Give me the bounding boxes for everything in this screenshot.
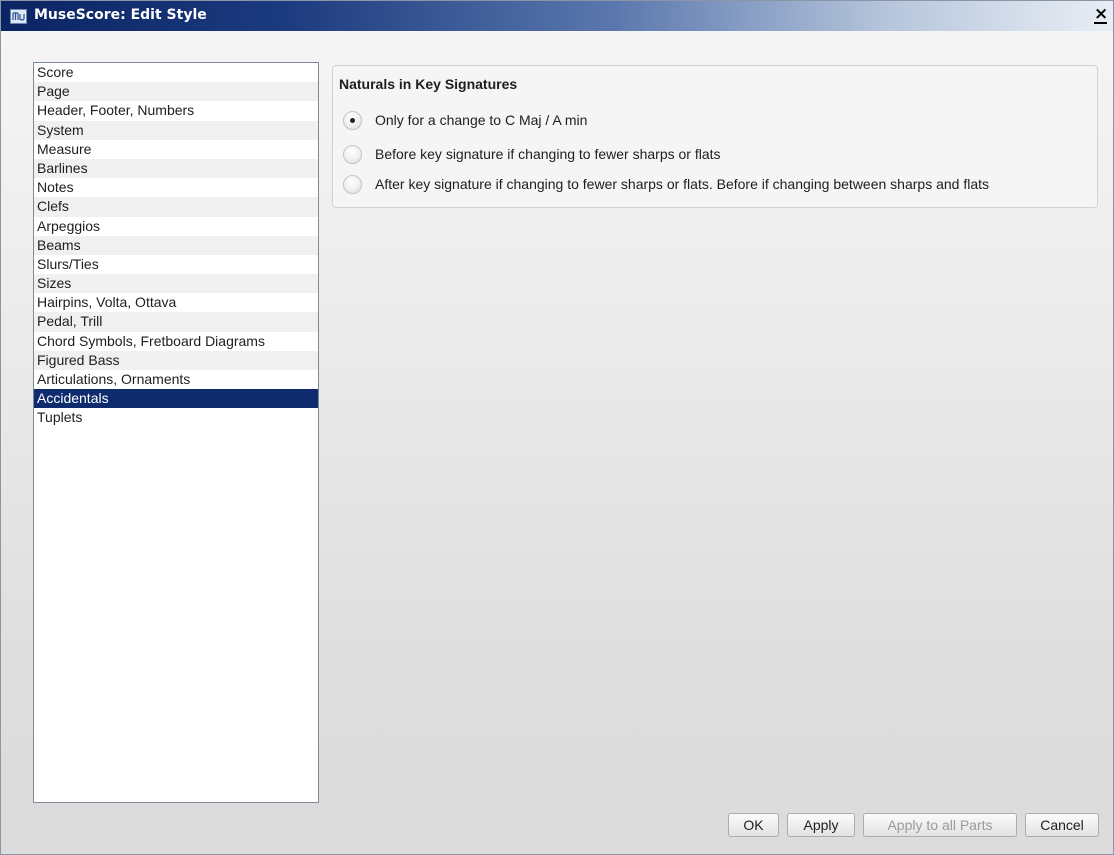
- radio-label: Only for a change to C Maj / A min: [375, 112, 588, 128]
- apply-to-all-parts-button[interactable]: Apply to all Parts: [863, 813, 1017, 837]
- sidebar-item[interactable]: Figured Bass: [34, 350, 318, 370]
- sidebar-item[interactable]: Tuplets: [34, 408, 318, 427]
- radio-label: Before key signature if changing to fewe…: [375, 146, 721, 162]
- style-category-list[interactable]: Score Page Header, Footer, Numbers System Me…: [33, 62, 319, 803]
- apply-button[interactable]: Apply: [787, 813, 855, 837]
- sidebar-item[interactable]: Chord Symbols, Fretboard Diagrams: [34, 332, 318, 351]
- musescore-app-icon: [10, 9, 27, 24]
- ok-button[interactable]: OK: [728, 813, 779, 837]
- sidebar-item[interactable]: Score: [34, 63, 318, 82]
- sidebar-item[interactable]: Clefs: [34, 197, 318, 217]
- sidebar-item[interactable]: Notes: [34, 178, 318, 197]
- radio-dot-icon: [350, 118, 355, 123]
- radio-label: After key signature if changing to fewer…: [375, 176, 990, 192]
- radio-button-icon[interactable]: [343, 175, 362, 194]
- sidebar-item[interactable]: Arpeggios: [34, 217, 318, 236]
- radio-button-icon[interactable]: [343, 111, 362, 130]
- window-title: MuseScore: Edit Style: [34, 7, 207, 23]
- edit-style-dialog: MuseScore: Edit Style × Score Page Header,…: [0, 0, 1114, 855]
- sidebar-item[interactable]: Slurs/Ties: [34, 255, 318, 274]
- naturals-key-signatures-group: Naturals in Key Signatures Only for a ch…: [332, 65, 1098, 208]
- sidebar-item[interactable]: Header, Footer, Numbers: [34, 101, 318, 120]
- sidebar-item[interactable]: Sizes: [34, 274, 318, 294]
- radio-button-icon[interactable]: [343, 145, 362, 164]
- sidebar-item[interactable]: Page: [34, 82, 318, 102]
- title-bar[interactable]: MuseScore: Edit Style ×: [1, 1, 1113, 31]
- sidebar-item[interactable]: Hairpins, Volta, Ottava: [34, 293, 318, 312]
- close-icon[interactable]: ×: [1091, 4, 1109, 25]
- sidebar-item[interactable]: Measure: [34, 140, 318, 159]
- sidebar-item[interactable]: Barlines: [34, 158, 318, 179]
- cancel-button[interactable]: Cancel: [1025, 813, 1099, 837]
- group-title: Naturals in Key Signatures: [339, 76, 518, 92]
- sidebar-item[interactable]: Beams: [34, 235, 318, 255]
- sidebar-item[interactable]: Accidentals: [34, 389, 318, 409]
- sidebar-item[interactable]: Pedal, Trill: [34, 312, 318, 332]
- close-glyph: ×: [1094, 4, 1109, 24]
- sidebar-item[interactable]: System: [34, 120, 318, 140]
- sidebar-item[interactable]: Articulations, Ornaments: [34, 370, 318, 389]
